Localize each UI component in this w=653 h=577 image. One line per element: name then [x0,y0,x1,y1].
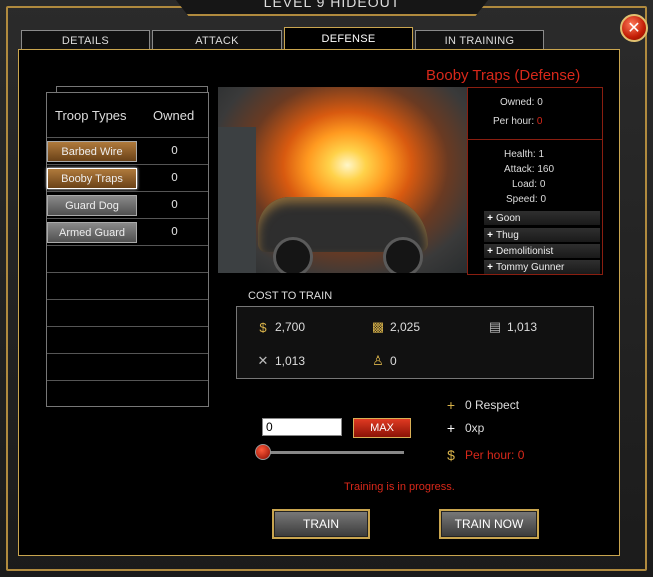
load-value: 0 [539,179,546,190]
cost-money: $ 2,700 [255,319,305,335]
upgrade-row-demolitionist[interactable]: + Demolitionist [484,244,600,258]
plus-icon: + [487,212,493,224]
speed-label: Speed: [506,194,538,205]
list-item: Guard Dog 0 [47,191,208,218]
window-title-banner: LEVEL 9 HIDEOUT [165,0,499,16]
cost-ammo-value: 1,013 [507,320,538,334]
health-stat: Health: 1 [504,149,544,160]
upgrade-name: Tommy Gunner [496,261,565,273]
upgrade-row-goon[interactable]: + Goon [484,211,600,225]
troop-button-guard-dog[interactable]: Guard Dog [47,195,137,216]
plus-icon: + [487,261,493,273]
upgrade-name: Demolitionist [496,245,554,257]
ammo-icon: ▤ [488,319,502,334]
health-label: Health: [504,149,536,160]
troop-button-booby-traps[interactable]: Booby Traps [47,168,137,189]
cost-money-value: 2,700 [275,320,306,334]
xp-reward: + 0xp [443,420,484,436]
list-item: Barbed Wire 0 [47,137,208,164]
cost-manpower-value: 0 [390,354,397,368]
upgrade-row-thug[interactable]: + Thug [484,228,600,242]
load-stat: Load: 0 [512,179,545,190]
list-item [47,353,208,380]
list-item: Booby Traps 0 [47,164,208,191]
list-item [47,380,208,407]
training-status: Training is in progress. [344,481,455,493]
cost-ammo: ▤ 1,013 [487,319,537,335]
tab-attack[interactable]: ATTACK [152,30,282,50]
unit-stats-panel: Owned: 0 Per hour: 0 Health: 1 Attack: 1… [467,87,603,275]
owned-stat-label: Owned: [500,97,535,108]
train-button[interactable]: TRAIN [272,509,370,539]
tools-icon: ✕ [257,353,269,368]
attack-value: 160 [537,164,555,175]
list-item [47,299,208,326]
tab-in-training[interactable]: IN TRAINING [415,30,544,50]
crate-icon: ▩ [371,319,385,334]
list-item: Armed Guard 0 [47,218,208,245]
list-item [47,245,208,272]
owned-count: 0 [171,225,178,238]
upgrade-name: Goon [496,212,521,224]
upgrade-row-tommy-gunner[interactable]: + Tommy Gunner [484,260,600,274]
cost-crates: ▩ 2,025 [370,319,420,335]
plus-icon: + [446,420,456,436]
income-per-hour-value: Per hour: 0 [465,448,525,462]
plus-icon: + [487,245,493,257]
cost-tools: ✕ 1,013 [255,353,305,369]
owned-count: 0 [171,171,178,184]
plus-icon: + [446,397,456,413]
troop-list: Troop Types Owned Barbed Wire 0 Booby Tr… [46,92,209,407]
unit-title: Booby Traps (Defense) [426,67,581,84]
respect-value: 0 Respect [465,398,520,412]
list-item [47,326,208,353]
respect-reward: + 0 Respect [443,397,519,413]
owned-stat: Owned: 0 [500,97,543,108]
troop-button-barbed-wire[interactable]: Barbed Wire [47,141,137,162]
cost-tools-value: 1,013 [275,354,306,368]
per-hour-stat-label: Per hour: [493,116,535,127]
cost-box: $ 2,700 ▩ 2,025 ▤ 1,013 ✕ 1,013 ♙ 0 [236,306,594,379]
health-value: 1 [538,149,545,160]
building-shape [218,127,256,273]
close-icon[interactable]: ✕ [620,14,648,42]
cost-crates-value: 2,025 [390,320,421,334]
train-now-button[interactable]: TRAIN NOW [439,509,539,539]
xp-value: 0xp [465,421,485,435]
dollar-icon: $ [447,447,455,463]
owned-stat-value: 0 [537,97,543,108]
owned-count: 0 [171,144,178,157]
speed-value: 0 [540,194,547,205]
load-label: Load: [512,179,538,190]
quantity-slider-track[interactable] [262,451,404,454]
upgrade-name: Thug [496,229,519,241]
attack-stat: Attack: 160 [504,164,554,175]
troop-types-header: Troop Types [55,108,127,123]
tab-details[interactable]: DETAILS [21,30,150,50]
quantity-input[interactable] [262,418,342,436]
window-title: LEVEL 9 HIDEOUT [263,0,401,10]
unit-image [218,87,467,273]
attack-label: Attack: [504,164,535,175]
manpower-icon: ♙ [372,353,384,368]
owned-count: 0 [171,198,178,211]
troop-button-armed-guard[interactable]: Armed Guard [47,222,137,243]
plus-icon: + [487,229,493,241]
max-button[interactable]: MAX [353,418,411,438]
per-hour-stat: Per hour: 0 [493,116,542,127]
income-per-hour: $ Per hour: 0 [443,447,524,463]
dollar-icon: $ [259,319,267,335]
quantity-slider-knob[interactable] [255,444,271,460]
tab-defense[interactable]: DEFENSE [284,27,413,50]
owned-header: Owned [153,108,195,123]
wheel-shape [383,237,423,273]
cost-to-train-label: COST TO TRAIN [248,290,333,302]
wheel-shape [273,237,313,273]
list-item [47,272,208,299]
divider [468,139,602,140]
per-hour-stat-value: 0 [536,116,543,127]
cost-manpower: ♙ 0 [370,353,397,369]
speed-stat: Speed: 0 [506,194,546,205]
